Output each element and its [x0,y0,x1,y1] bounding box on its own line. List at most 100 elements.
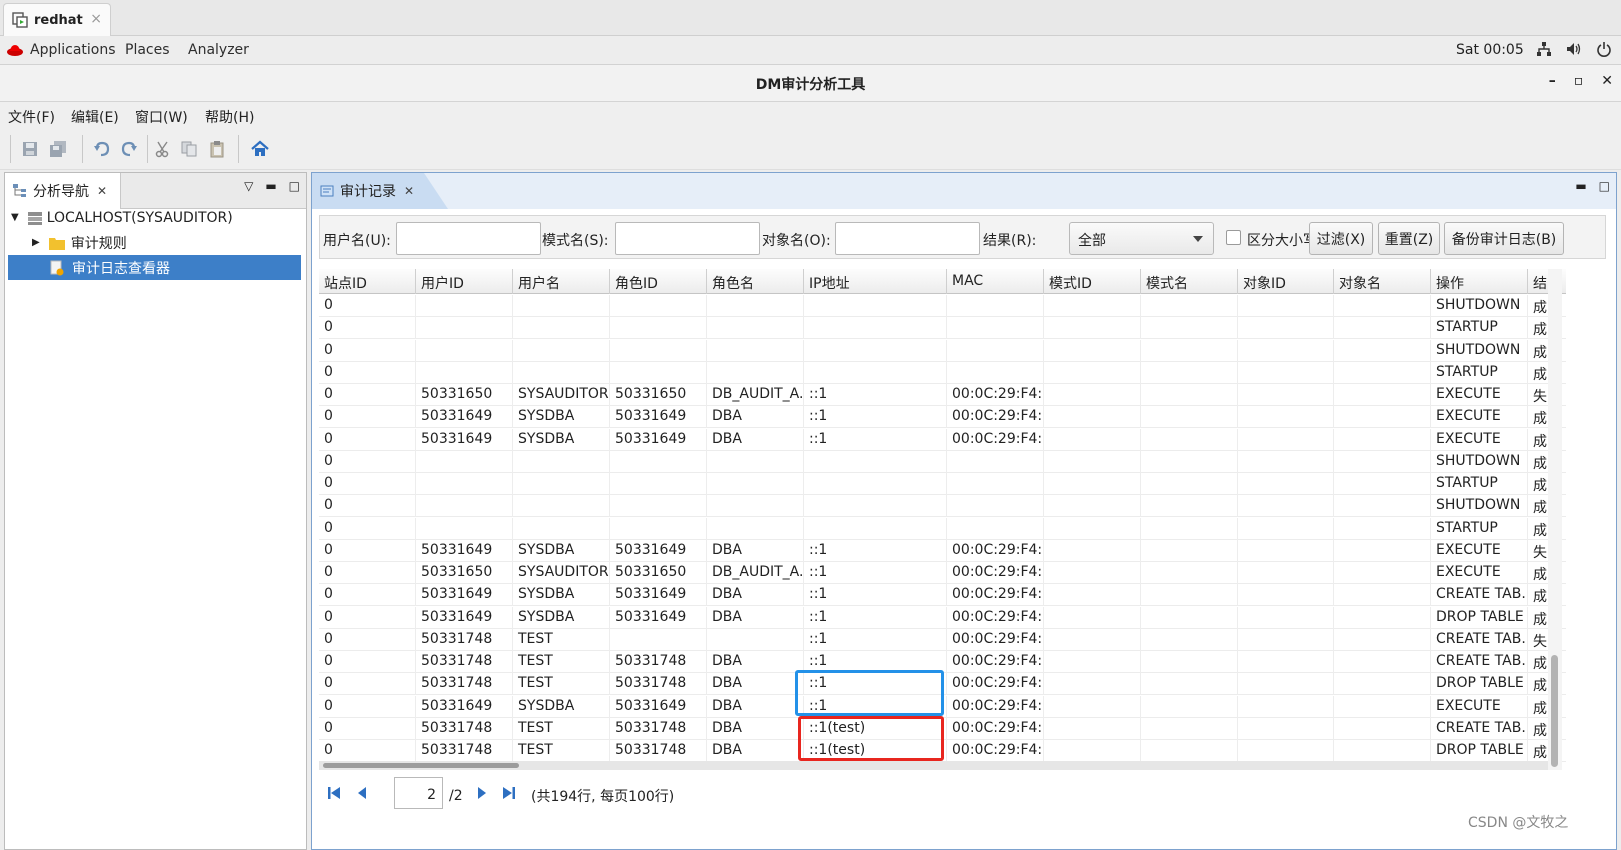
result-select[interactable]: 全部 [1069,222,1214,255]
backup-audit-log-button[interactable]: 备份审计日志(B) [1444,222,1564,255]
username-input[interactable] [396,222,541,255]
table-row[interactable]: 0 50331650 SYSAUDITOR 50331650 DB_AUDIT_A...… [319,384,1566,406]
home-icon[interactable] [251,140,269,158]
table-cell [1044,495,1141,518]
table-row[interactable]: 0 50331649 SYSDBA 50331649 DBA::1 00:0C:29:F4… [319,428,1566,451]
minimize-view-icon[interactable]: ▬ [1575,179,1586,193]
table-row[interactable]: 0 50331649 SYSDBA 50331649 DBA::1 00:0C:29:F4… [319,406,1566,429]
table-cell [1141,339,1238,362]
table-row[interactable]: 0 STARTUP 成 [319,473,1566,495]
view-menu-icon[interactable]: ▽ [244,179,253,193]
menu-help[interactable]: 帮助(H) [205,107,254,127]
tree-node-audit-log-viewer[interactable]: 审计日志查看器 [8,255,301,280]
horizontal-scrollbar[interactable] [319,761,1548,770]
table-cell: EXECUTE [1431,695,1528,718]
applications-menu[interactable]: Applications [30,42,116,58]
table-cell [947,473,1044,495]
table-cell [1141,517,1238,540]
redo-icon[interactable] [120,140,138,158]
table-row[interactable]: 0 50331649 SYSDBA 50331649 DBA::1 00:0C:29:F4… [319,584,1566,607]
column-header[interactable]: 模式ID [1044,269,1141,294]
table-cell: ::1 [804,606,947,629]
column-header[interactable]: 角色名 [707,269,804,294]
horizontal-scroll-thumb[interactable] [323,763,519,768]
column-header[interactable]: 用户名 [513,269,610,294]
previous-page-icon[interactable] [356,786,368,800]
power-icon[interactable] [1596,41,1612,57]
table-cell [804,339,947,362]
vertical-scrollbar[interactable] [1548,269,1562,770]
menu-file[interactable]: 文件(F) [8,107,55,127]
places-menu[interactable]: Places [125,42,170,58]
table-cell [1238,628,1334,651]
table-cell: 50331649 [610,428,707,451]
column-header[interactable]: 对象ID [1238,269,1334,294]
filter-button[interactable]: 过滤(X) [1309,222,1373,255]
maximize-view-icon[interactable]: □ [289,179,300,193]
table-cell [1334,740,1431,762]
table-row[interactable]: 0 SHUTDOWN 成 [319,450,1566,473]
table-row[interactable]: 0 STARTUP 成 [319,517,1566,540]
case-sensitive-checkbox[interactable] [1226,230,1241,245]
table-row[interactable]: 050331748TEST::100:0C:29:F4:... CREATE TA… [319,628,1566,651]
column-header[interactable]: 操作 [1431,269,1528,294]
table-row[interactable]: 0 STARTUP 成 [319,361,1566,384]
save-all-icon[interactable] [49,140,67,158]
column-header[interactable]: 模式名 [1141,269,1238,294]
table-cell [1238,651,1334,673]
minimize-view-icon[interactable]: ▬ [265,179,276,193]
table-row[interactable]: 0 STARTUP 成 [319,317,1566,340]
table-cell: 50331650 [416,384,513,406]
undo-icon[interactable] [93,140,111,158]
column-header[interactable]: 对象名 [1334,269,1431,294]
table-cell [1238,562,1334,584]
paste-icon[interactable] [208,140,226,158]
tree-node-localhost[interactable]: ▼ LOCALHOST(SYSAUDITOR) [5,205,306,230]
schema-input[interactable] [615,222,760,255]
page-number-input[interactable]: 2 [394,777,443,809]
close-button[interactable]: ✕ [1601,73,1613,89]
column-header[interactable]: 角色ID [610,269,707,294]
first-page-icon[interactable] [327,786,341,800]
copy-icon[interactable] [180,140,198,158]
table-row[interactable]: 0 50331649 SYSDBA 50331649 DBA::1 00:0C:29:F4… [319,606,1566,629]
maximize-button[interactable]: ▫ [1574,73,1584,89]
tab-redhat[interactable]: redhat × [3,3,111,36]
clock[interactable]: Sat 00:05 [1456,42,1524,58]
network-icon[interactable] [1536,41,1552,57]
last-page-icon[interactable] [502,786,516,800]
table-row[interactable]: 0 SHUTDOWN 成 [319,339,1566,362]
close-icon[interactable]: ✕ [97,184,107,198]
menu-window[interactable]: 窗口(W) [135,107,188,127]
cut-icon[interactable] [154,140,172,158]
maximize-view-icon[interactable]: □ [1599,179,1610,193]
expanded-arrow-icon[interactable]: ▼ [11,212,19,223]
tab-close-icon[interactable]: × [90,11,102,27]
column-header[interactable]: 站点ID [319,269,416,294]
close-icon[interactable]: ✕ [404,184,414,198]
result-select-value: 全部 [1078,233,1106,249]
menu-edit[interactable]: 编辑(E) [71,107,119,127]
object-input[interactable] [835,222,980,255]
column-header[interactable]: MAC [947,269,1044,294]
table-cell: 0 [319,428,416,451]
table-row[interactable]: 0 SHUTDOWN 成 [319,495,1566,518]
next-page-icon[interactable] [476,786,488,800]
tree-node-audit-rules[interactable]: ▶ 审计规则 [5,230,306,255]
table-cell [1334,606,1431,629]
table-cell: 50331748 [416,740,513,762]
column-header[interactable]: 用户ID [416,269,513,294]
table-row[interactable]: 0 50331650 SYSAUDITOR 50331650 DB_AUDIT_A...… [319,562,1566,584]
column-header[interactable]: IP地址 [804,269,947,294]
table-row[interactable]: 0 50331649 SYSDBA 50331649 DBA::1 00:0C:29:F4… [319,539,1566,562]
tab-analysis-navigation[interactable]: 分析导航 ✕ [5,173,121,209]
analyzer-menu[interactable]: Analyzer [188,42,249,58]
save-icon[interactable] [21,140,39,158]
table-row[interactable]: 0 SHUTDOWN 成 [319,295,1566,317]
table-cell [1141,695,1238,718]
reset-button[interactable]: 重置(Z) [1378,222,1440,255]
volume-icon[interactable] [1566,41,1582,57]
vertical-scroll-thumb[interactable] [1551,655,1558,767]
minimize-button[interactable]: – [1549,73,1556,89]
collapsed-arrow-icon[interactable]: ▶ [32,237,40,248]
